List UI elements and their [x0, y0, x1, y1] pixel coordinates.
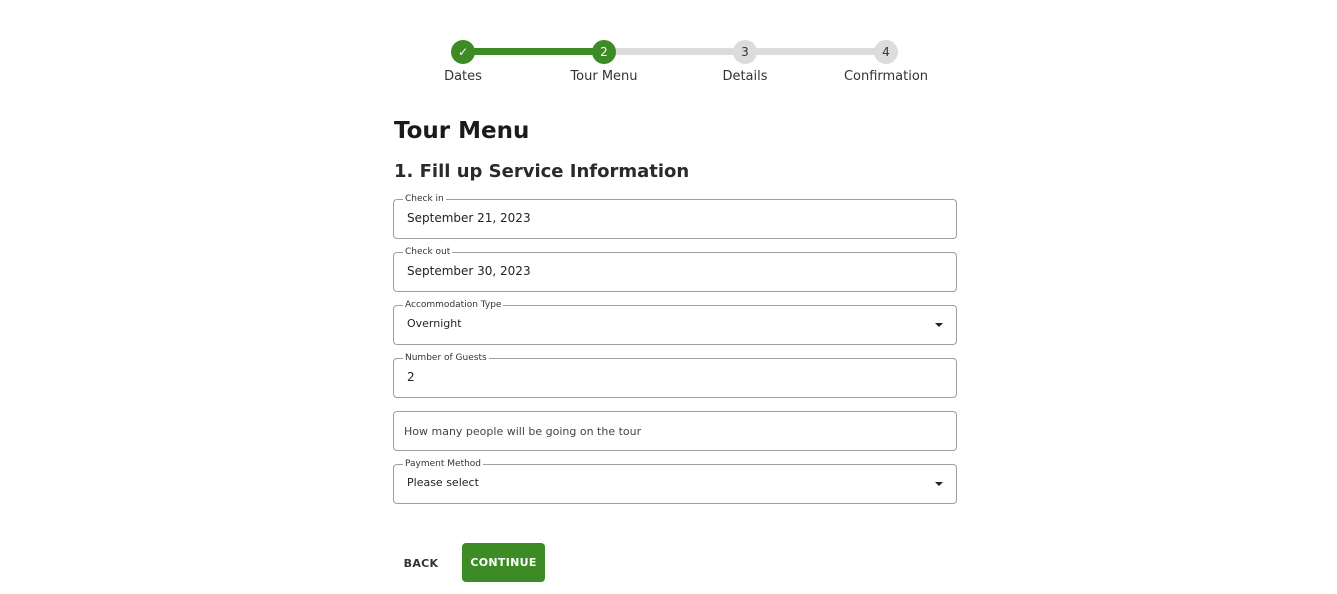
number-of-guests-value: 2 — [407, 370, 415, 384]
stepper-track-completed — [463, 48, 604, 55]
progress-stepper: ✓ 2 3 4 Dates Tour Menu Details Confirma… — [0, 0, 1337, 100]
step-3-indicator: 3 — [733, 40, 757, 64]
page-title: Tour Menu — [394, 118, 530, 144]
payment-method-value: Please select — [407, 476, 479, 489]
stepper-track-pending-2 — [745, 48, 886, 55]
step-label-tour-menu: Tour Menu — [570, 69, 638, 84]
check-in-field[interactable]: Check in September 21, 2023 — [393, 193, 957, 239]
accommodation-type-label: Accommodation Type — [403, 299, 504, 311]
accommodation-type-value: Overnight — [407, 317, 462, 330]
step-label-details: Details — [722, 69, 768, 84]
step-1-checkmark-icon[interactable]: ✓ — [451, 40, 475, 64]
number-of-guests-label: Number of Guests — [403, 352, 489, 364]
step-label-confirmation: Confirmation — [843, 69, 929, 84]
guests-note-placeholder: How many people will be going on the tou… — [404, 425, 642, 438]
check-out-label: Check out — [403, 246, 453, 258]
check-out-field[interactable]: Check out September 30, 2023 — [393, 246, 957, 292]
continue-button[interactable]: CONTINUE — [462, 543, 545, 582]
accommodation-type-select[interactable]: Accommodation Type Overnight — [393, 299, 957, 345]
check-in-value: September 21, 2023 — [407, 211, 531, 225]
payment-method-select[interactable]: Payment Method Please select — [393, 458, 957, 504]
check-in-label: Check in — [403, 193, 446, 205]
check-out-value: September 30, 2023 — [407, 264, 531, 278]
dropdown-arrow-icon — [935, 323, 943, 327]
guests-note-field[interactable]: How many people will be going on the tou… — [393, 411, 957, 451]
back-button[interactable]: BACK — [393, 544, 449, 582]
step-label-dates: Dates — [444, 69, 482, 84]
dropdown-arrow-icon — [935, 482, 943, 486]
step-4-indicator: 4 — [874, 40, 898, 64]
payment-method-label: Payment Method — [403, 458, 484, 470]
section-title: 1. Fill up Service Information — [394, 161, 690, 182]
step-2-indicator[interactable]: 2 — [592, 40, 616, 64]
stepper-track-pending-1 — [604, 48, 745, 55]
number-of-guests-field[interactable]: Number of Guests 2 — [393, 352, 957, 398]
